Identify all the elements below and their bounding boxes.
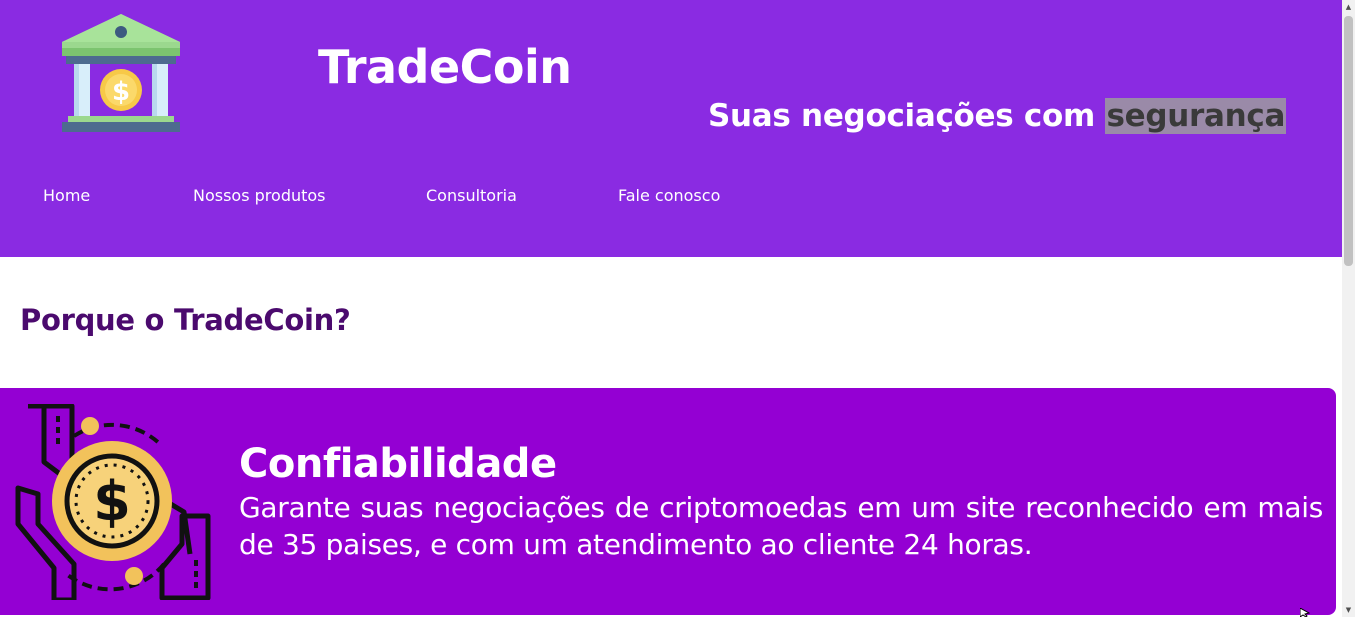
site-brand-title: TradeCoin xyxy=(318,40,572,94)
section-title: Porque o TradeCoin? xyxy=(20,303,351,337)
nav-item-nossos-produtos[interactable]: Nossos produtos xyxy=(193,186,326,205)
svg-text:$: $ xyxy=(112,77,130,107)
nav-item-home[interactable]: Home xyxy=(43,186,90,205)
feature-title: Confiabilidade xyxy=(239,441,557,487)
feature-description: Garante suas negociações de criptomoedas… xyxy=(239,491,1323,561)
hands-coin-icon: $ xyxy=(15,404,211,600)
vertical-scrollbar[interactable]: ▲ ▼ xyxy=(1342,0,1355,617)
svg-text:$: $ xyxy=(93,470,131,533)
feature-card: $ Confiabilidade Garante suas negociaçõe… xyxy=(0,388,1336,615)
mouse-cursor-icon xyxy=(1300,608,1310,617)
browser-viewport: $ TradeCoin Suas negociações com seguran… xyxy=(0,0,1355,617)
slogan-highlight: segurança xyxy=(1105,98,1287,134)
slogan-prefix: Suas negociações com xyxy=(708,98,1095,134)
main-nav: Home Nossos produtos Consultoria Fale co… xyxy=(0,186,900,210)
nav-item-consultoria[interactable]: Consultoria xyxy=(426,186,517,205)
scroll-down-arrow-icon[interactable]: ▼ xyxy=(1342,603,1355,617)
page: $ TradeCoin Suas negociações com seguran… xyxy=(0,0,1342,617)
site-header: $ TradeCoin Suas negociações com seguran… xyxy=(0,0,1342,257)
nav-item-fale-conosco[interactable]: Fale conosco xyxy=(618,186,720,205)
bank-coin-icon: $ xyxy=(62,14,180,132)
scrollbar-thumb[interactable] xyxy=(1344,16,1353,266)
site-slogan: Suas negociações com segurança xyxy=(708,98,1287,134)
scroll-up-arrow-icon[interactable]: ▲ xyxy=(1342,0,1355,14)
